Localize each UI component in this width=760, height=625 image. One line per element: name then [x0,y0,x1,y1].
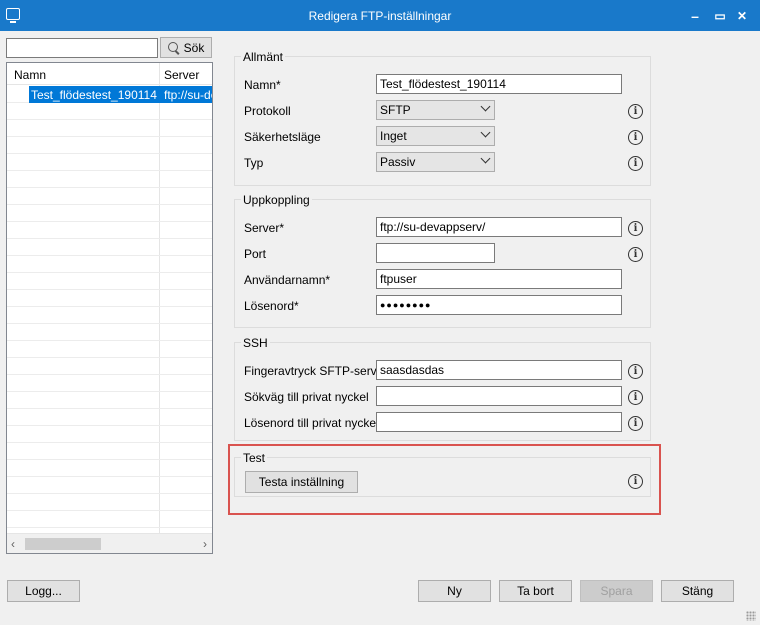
list-row-line [7,375,212,392]
list-row-line [7,443,212,460]
list-row-line [7,511,212,528]
keypath-label: Sökväg till privat nyckel [244,390,369,404]
delete-button[interactable]: Ta bort [499,580,572,602]
chevron-down-icon [480,127,491,138]
list-row-line [7,358,212,375]
type-select[interactable]: Passiv [376,152,495,172]
info-icon[interactable]: i [628,104,643,119]
server-field[interactable]: ftp://su-devappserv/ [376,217,622,237]
column-header-server[interactable]: Server [164,68,199,82]
fingerprint-field[interactable]: saasdasdas [376,360,622,380]
group-connection-title: Uppkoppling [241,193,312,207]
list-row-line [7,341,212,358]
close-dialog-button[interactable]: Stäng [661,580,734,602]
list-row-line [7,324,212,341]
list-row-line [7,256,212,273]
info-icon[interactable]: i [628,247,643,262]
search-button-label: Sök [183,40,205,55]
new-button[interactable]: Ny [418,580,491,602]
list-item-server: ftp://su-de [164,88,212,102]
port-field[interactable] [376,243,495,263]
list-row-line [7,273,212,290]
list-item[interactable]: Test_flödestest_190114 ftp://su-de [29,86,212,103]
list-row-line [7,222,212,239]
info-icon[interactable]: i [628,156,643,171]
info-icon[interactable]: i [628,364,643,379]
name-field[interactable]: Test_flödestest_190114 [376,74,622,94]
log-button[interactable]: Logg... [7,580,80,602]
info-icon[interactable]: i [628,416,643,431]
list-row-line [7,392,212,409]
list-row-line [7,205,212,222]
security-value: Inget [380,129,407,143]
list-row-line [7,120,212,137]
list-row-line [7,137,212,154]
server-label: Server* [244,221,285,235]
scroll-right-icon[interactable]: › [203,537,207,551]
port-label: Port [244,247,267,261]
group-ssh-title: SSH [241,336,270,350]
list-row-line [7,460,212,477]
list-row-line [7,290,212,307]
username-field[interactable]: ftpuser [376,269,622,289]
title-bar: Redigera FTP-inställningar – ▭ ✕ [0,0,760,31]
type-label: Typ [244,156,264,170]
list-row-line [7,477,212,494]
chevron-down-icon [480,153,491,164]
column-header-name[interactable]: Namn [14,68,46,82]
search-input[interactable] [6,38,158,58]
keypass-label: Lösenord till privat nyckel [244,416,379,430]
username-label: Användarnamn* [244,273,331,287]
ftp-list[interactable]: Namn Server Test_flödestest_190114 ftp:/… [6,62,213,554]
protocol-value: SFTP [380,103,411,117]
password-field[interactable]: ●●●●●●●● [376,295,622,315]
maximize-button[interactable]: ▭ [709,6,731,26]
protocol-select[interactable]: SFTP [376,100,495,120]
list-row-line [7,154,212,171]
minimize-button[interactable]: – [684,6,706,26]
horizontal-scrollbar[interactable]: ‹ › [7,533,212,553]
security-select[interactable]: Inget [376,126,495,146]
scroll-left-icon[interactable]: ‹ [11,537,15,551]
list-row-line [7,494,212,511]
name-label: Namn* [244,78,281,92]
list-row-line [7,307,212,324]
type-value: Passiv [380,155,416,169]
list-row-line [7,103,212,120]
list-row-line [7,239,212,256]
search-icon [167,41,180,54]
keypass-field[interactable] [376,412,622,432]
protocol-label: Protokoll [244,104,291,118]
test-section-highlight [228,444,661,515]
save-button[interactable]: Spara [580,580,653,602]
resize-grip[interactable] [746,611,756,621]
list-row-line [7,188,212,205]
window-title: Redigera FTP-inställningar [308,9,452,23]
close-button[interactable]: ✕ [731,6,753,26]
group-general-title: Allmänt [241,50,286,64]
info-icon[interactable]: i [628,221,643,236]
list-row-line [7,426,212,443]
list-header: Namn Server [7,63,212,85]
security-label: Säkerhetsläge [244,130,321,144]
search-button[interactable]: Sök [160,37,212,58]
list-row-line [7,409,212,426]
password-label: Lösenord* [244,299,299,313]
chevron-down-icon [480,101,491,112]
list-row-line [7,171,212,188]
info-icon[interactable]: i [628,390,643,405]
fingerprint-label: Fingeravtryck SFTP-server [244,364,388,378]
info-icon[interactable]: i [628,130,643,145]
scroll-thumb[interactable] [25,538,101,550]
list-item-name: Test_flödestest_190114 [31,88,157,102]
keypath-field[interactable] [376,386,622,406]
